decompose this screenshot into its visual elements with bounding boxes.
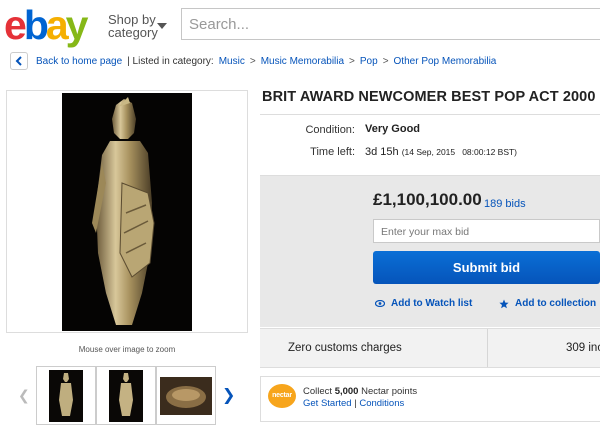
- current-price: £1,100,100.00: [373, 190, 482, 209]
- conditions-link[interactable]: Conditions: [359, 398, 404, 409]
- nectar-points-text: Collect 5,000 Nectar points: [303, 386, 417, 398]
- star-icon: [499, 299, 509, 308]
- breadcrumb-item-music-memorabilia[interactable]: Music Memorabilia: [261, 56, 344, 67]
- add-to-collection-link[interactable]: Add to collection: [499, 298, 596, 309]
- nectar-suffix: Nectar points: [361, 386, 418, 397]
- customs-charges-text: Zero customs charges: [288, 342, 402, 354]
- zoom-hint: Mouse over image to zoom: [78, 345, 176, 354]
- max-bid-input[interactable]: Enter your max bid: [373, 219, 600, 243]
- condition-label: Condition:: [305, 124, 355, 136]
- breadcrumb-item-music[interactable]: Music: [219, 56, 245, 67]
- thumbnail-image: [49, 370, 83, 422]
- logo-letter-y: y: [65, 2, 89, 48]
- collection-label: Add to collection: [515, 298, 597, 309]
- chevron-down-icon: [157, 23, 167, 29]
- thumbnail-image: [109, 370, 143, 422]
- thumbnail-1[interactable]: [36, 366, 96, 425]
- back-to-home-link[interactable]: Back to home page: [36, 56, 122, 67]
- back-arrow-icon[interactable]: [10, 52, 28, 70]
- thumbnail-3[interactable]: [156, 366, 216, 425]
- listing-title: BRIT AWARD NEWCOMER BEST POP ACT 2000: [262, 89, 596, 105]
- divider: [487, 329, 488, 367]
- watch-list-label: Add to Watch list: [391, 298, 473, 309]
- logo-letter-e: e: [4, 2, 27, 48]
- breadcrumb-item-pop[interactable]: Pop: [360, 56, 378, 67]
- shop-by-category-button[interactable]: Shop by category: [108, 13, 167, 40]
- divider: [260, 114, 600, 115]
- time-left-end: (14 Sep, 2015 08:00:12 BST): [401, 147, 518, 157]
- thumbnail-image: [160, 377, 212, 415]
- logo-letter-b: b: [23, 2, 49, 48]
- eye-icon: [375, 300, 385, 307]
- brit-award-statue-image[interactable]: [62, 93, 192, 331]
- listed-in-label: | Listed in category:: [127, 55, 214, 67]
- breadcrumb: Back to home page | Listed in category: …: [10, 52, 496, 70]
- thumbnail-2[interactable]: [96, 366, 156, 425]
- import-info-text: 309 inc: [566, 342, 600, 354]
- breadcrumb-separator: >: [382, 55, 389, 67]
- logo-letter-a: a: [45, 2, 69, 48]
- nectar-logo: nectar: [268, 384, 296, 408]
- breadcrumb-separator: >: [349, 55, 355, 67]
- bid-count-link[interactable]: 189 bids: [484, 198, 526, 210]
- condition-value: Very Good: [365, 123, 421, 135]
- nectar-prefix: Collect: [303, 386, 333, 397]
- nectar-points: 5,000: [334, 386, 359, 397]
- get-started-link[interactable]: Get Started: [303, 398, 352, 409]
- search-input[interactable]: Search...: [181, 8, 600, 40]
- ebay-logo[interactable]: ebay: [4, 2, 89, 48]
- time-left-duration: 3d 15h: [365, 146, 399, 158]
- breadcrumb-item-other-pop-memorabilia[interactable]: Other Pop Memorabilia: [394, 56, 497, 67]
- chevron-left-icon[interactable]: ❮: [18, 387, 30, 404]
- nectar-links: Get Started | Conditions: [303, 398, 404, 409]
- submit-bid-button[interactable]: Submit bid: [373, 251, 600, 284]
- chevron-right-icon[interactable]: ❯: [222, 385, 235, 405]
- breadcrumb-separator: >: [249, 55, 256, 67]
- shop-by-line2: category: [108, 25, 158, 40]
- nectar-link-separator: |: [354, 398, 357, 409]
- time-left-label: Time left:: [310, 146, 355, 158]
- main-image-frame[interactable]: [6, 90, 248, 333]
- add-to-watch-list-link[interactable]: Add to Watch list: [375, 298, 472, 309]
- time-left-value: 3d 15h (14 Sep, 2015 08:00:12 BST): [365, 146, 517, 158]
